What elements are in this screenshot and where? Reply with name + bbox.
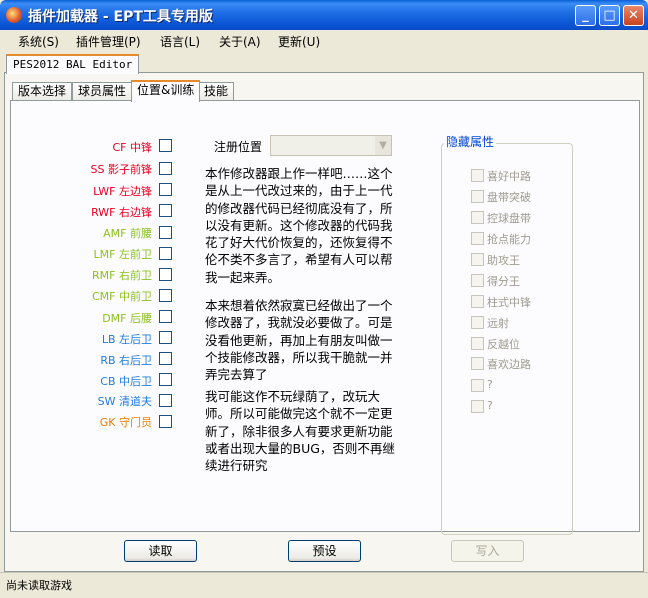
- tab-pes2012-bal-editor[interactable]: PES2012 BAL Editor: [6, 54, 140, 74]
- hidden-attr-checkbox-10[interactable]: [471, 357, 484, 370]
- hidden-attr-label-4: 抢点能力: [487, 233, 531, 246]
- position-label-amf: AMF 前腰: [103, 227, 152, 240]
- hidden-attr-checkbox-3[interactable]: [471, 211, 484, 224]
- position-checkbox-lb[interactable]: [159, 331, 172, 344]
- position-checkbox-cb[interactable]: [159, 373, 172, 386]
- position-label-sw: SW 清道夫: [97, 395, 152, 408]
- register-position-label: 注册位置: [214, 140, 263, 154]
- position-label-lwf: LWF 左边锋: [93, 185, 152, 198]
- tab-version-select[interactable]: 版本选择: [12, 82, 73, 100]
- position-checkbox-gk[interactable]: [159, 415, 172, 428]
- position-checkbox-cf[interactable]: [159, 139, 172, 152]
- position-label-rmf: RMF 右前卫: [92, 269, 152, 282]
- position-label-cb: CB 中后卫: [100, 375, 152, 388]
- register-position-select[interactable]: ▼: [270, 135, 392, 156]
- position-label-rwf: RWF 右边锋: [91, 206, 152, 219]
- position-checkbox-cmf[interactable]: [159, 289, 172, 302]
- hidden-attr-label-1: 喜好中路: [487, 170, 531, 183]
- menu-update[interactable]: 更新(U): [278, 33, 320, 50]
- hidden-attr-checkbox-2[interactable]: [471, 190, 484, 203]
- hidden-attr-checkbox-5[interactable]: [471, 253, 484, 266]
- preset-button[interactable]: 预设: [288, 540, 361, 562]
- position-checkbox-rmf[interactable]: [159, 268, 172, 281]
- hidden-attr-label-2: 盘带突破: [487, 191, 531, 204]
- position-label-cf: CF 中锋: [112, 141, 152, 154]
- note-paragraph-3: 我可能这作不玩绿荫了，改玩大师。所以可能做完这个就不一定更新了，除非很多人有要求…: [205, 389, 395, 474]
- hidden-attr-label-8: 远射: [487, 317, 509, 330]
- hidden-attr-checkbox-6[interactable]: [471, 274, 484, 287]
- app-icon: [6, 7, 22, 23]
- position-label-cmf: CMF 中前卫: [92, 290, 152, 303]
- hidden-attr-checkbox-4[interactable]: [471, 232, 484, 245]
- tab-player-attributes[interactable]: 球员属性: [72, 82, 133, 100]
- position-checkbox-sw[interactable]: [159, 394, 172, 407]
- status-text: 尚未读取游戏: [6, 579, 72, 592]
- hidden-attr-label-12: ?: [487, 399, 493, 412]
- hidden-attr-label-10: 喜欢边路: [487, 358, 531, 371]
- position-checkbox-lwf[interactable]: [159, 183, 172, 196]
- window-title: 插件加载器 - EPT工具专用版: [28, 9, 213, 25]
- write-button[interactable]: 写入: [451, 540, 524, 562]
- position-label-dmf: DMF 后腰: [102, 312, 152, 325]
- minimize-button[interactable]: _: [575, 5, 596, 26]
- menu-plugin-manage[interactable]: 插件管理(P): [76, 33, 141, 50]
- hidden-attr-label-6: 得分王: [487, 275, 520, 288]
- position-checkbox-rwf[interactable]: [159, 204, 172, 217]
- hidden-attributes-title: 隐藏属性: [444, 133, 497, 150]
- title-bar[interactable]: 插件加载器 - EPT工具专用版 _ □ ✕: [0, 0, 648, 30]
- position-label-lmf: LMF 左前卫: [93, 248, 152, 261]
- chevron-down-icon[interactable]: ▼: [375, 136, 391, 155]
- note-paragraph-1: 本作修改器跟上作一样吧……这个是从上一代改过来的，由于上一代的修改器代码已经彻底…: [205, 166, 393, 285]
- hidden-attr-checkbox-9[interactable]: [471, 337, 484, 350]
- menu-system[interactable]: 系统(S): [18, 33, 59, 50]
- position-label-lb: LB 左后卫: [101, 333, 152, 346]
- position-checkbox-amf[interactable]: [159, 226, 172, 239]
- note-paragraph-2: 本来想着依然寂寞已经做出了一个修改器了，我就没必要做了。可是没看他更新，再加上有…: [205, 298, 393, 383]
- position-label-rb: RB 右后卫: [100, 354, 152, 367]
- hidden-attr-checkbox-8[interactable]: [471, 316, 484, 329]
- position-label-gk: GK 守门员: [99, 416, 152, 429]
- hidden-attr-label-11: ?: [487, 378, 493, 391]
- menu-about[interactable]: 关于(A): [219, 33, 261, 50]
- tab-skills[interactable]: 技能: [198, 82, 235, 100]
- hidden-attr-checkbox-12[interactable]: [471, 400, 484, 413]
- read-button[interactable]: 读取: [124, 540, 197, 562]
- hidden-attr-checkbox-7[interactable]: [471, 295, 484, 308]
- hidden-attr-checkbox-1[interactable]: [471, 169, 484, 182]
- menu-language[interactable]: 语言(L): [160, 33, 200, 50]
- menu-bar: 系统(S) 插件管理(P) 语言(L) 关于(A) 更新(U): [0, 30, 648, 52]
- hidden-attr-label-7: 柱式中锋: [487, 296, 531, 309]
- hidden-attr-label-3: 控球盘带: [487, 212, 531, 225]
- hidden-attr-checkbox-11[interactable]: [471, 379, 484, 392]
- status-bar: 尚未读取游戏: [0, 572, 648, 598]
- position-label-ss: SS 影子前锋: [90, 163, 152, 176]
- hidden-attr-label-5: 助攻王: [487, 254, 520, 267]
- position-checkbox-lmf[interactable]: [159, 247, 172, 260]
- position-checkbox-ss[interactable]: [159, 162, 172, 175]
- hidden-attr-label-9: 反越位: [487, 338, 520, 351]
- maximize-button[interactable]: □: [599, 5, 620, 26]
- position-checkbox-dmf[interactable]: [159, 310, 172, 323]
- position-checkbox-rb[interactable]: [159, 352, 172, 365]
- tab-position-training[interactable]: 位置&训练: [131, 80, 201, 102]
- close-button[interactable]: ✕: [623, 5, 644, 26]
